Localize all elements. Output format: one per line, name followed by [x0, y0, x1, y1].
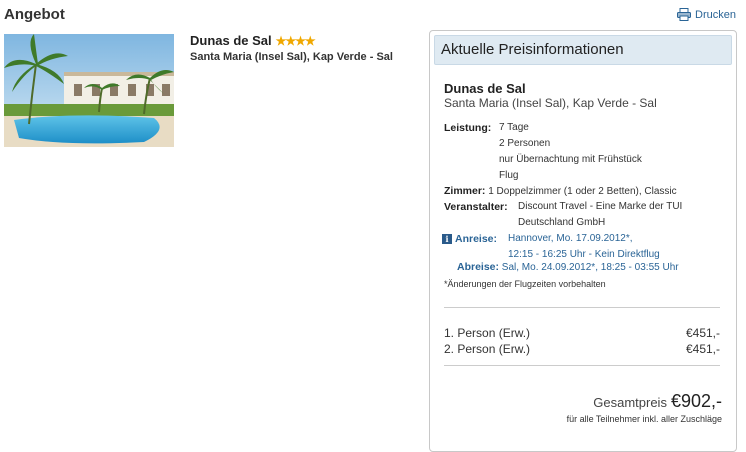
flight-time-note: *Änderungen der Flugzeiten vorbehalten — [444, 279, 606, 289]
veranstalter-values: Discount Travel - Eine Marke der TUI Deu… — [518, 199, 682, 231]
abreise-label: Abreise: — [457, 261, 500, 273]
anreise-label: Anreise: — [455, 233, 498, 245]
veranstalter-line: Deutschland GmbH — [518, 217, 606, 228]
info-icon[interactable]: i — [442, 234, 452, 245]
leistung-item: nur Übernachtung mit Frühstück — [499, 154, 642, 165]
total-label: Gesamtpreis — [593, 395, 667, 410]
person-price-row: 1. Person (Erw.) €451,- — [444, 326, 720, 340]
page-title: Angebot — [4, 6, 65, 23]
zimmer-row: Zimmer: 1 Doppelzimmer (1 oder 2 Betten)… — [444, 183, 677, 200]
total-value: €902,- — [670, 391, 722, 411]
zimmer-label: Zimmer: — [444, 185, 486, 197]
abreise-value: Sal, Mo. 24.09.2012*, 18:25 - 03:55 Uhr — [501, 262, 679, 273]
person-price-row: 2. Person (Erw.) €451,- — [444, 342, 720, 356]
printer-icon — [677, 8, 692, 21]
leistung-item: 2 Personen — [499, 138, 551, 149]
person-label: 1. Person (Erw.) — [444, 326, 531, 340]
print-label: Drucken — [695, 8, 736, 21]
veranstalter-label: Veranstalter: — [444, 201, 508, 213]
leistung-item: 7 Tage — [499, 122, 529, 133]
hotel-photo[interactable] — [4, 34, 174, 147]
anreise-label-row: i Anreise: — [442, 231, 497, 248]
leistung-values: 7 Tage 2 Personen nur Übernachtung mit F… — [499, 120, 642, 184]
leistung-item: Flug — [499, 170, 519, 181]
zimmer-value: 1 Doppelzimmer (1 oder 2 Betten), Classi… — [488, 186, 677, 197]
divider — [444, 365, 720, 366]
leistung-label: Leistung: — [444, 122, 492, 134]
person-price: €451,- — [685, 326, 720, 340]
veranstalter-line: Discount Travel - Eine Marke der TUI — [518, 201, 683, 212]
veranstalter-label-row: Veranstalter: — [444, 199, 508, 216]
total-price: Gesamtpreis €902,- — [593, 391, 722, 412]
person-price: €451,- — [685, 342, 720, 356]
hotel-name[interactable]: Dunas de Sal ★★★★ — [190, 33, 316, 48]
person-label: 2. Person (Erw.) — [444, 342, 531, 356]
panel-heading: Aktuelle Preisinformationen — [434, 35, 732, 65]
divider — [444, 307, 720, 308]
hotel-name-label: Dunas de Sal — [190, 33, 272, 48]
abreise-row: Abreise: Sal, Mo. 24.09.2012*, 18:25 - 0… — [457, 259, 679, 276]
anreise-line: Hannover, Mo. 17.09.2012*, — [508, 233, 633, 244]
price-info-panel: Aktuelle Preisinformationen Dunas de Sal… — [429, 30, 737, 452]
hotel-location: Santa Maria (Insel Sal), Kap Verde - Sal — [190, 51, 393, 63]
total-note: für alle Teilnehmer inkl. aller Zuschläg… — [566, 414, 722, 424]
print-button[interactable]: Drucken — [677, 8, 736, 21]
leistung-block: Leistung: — [444, 120, 491, 137]
star-rating-icon: ★★★★ — [275, 33, 316, 48]
panel-hotel-location: Santa Maria (Insel Sal), Kap Verde - Sal — [444, 96, 657, 110]
panel-hotel-name: Dunas de Sal — [444, 81, 526, 96]
